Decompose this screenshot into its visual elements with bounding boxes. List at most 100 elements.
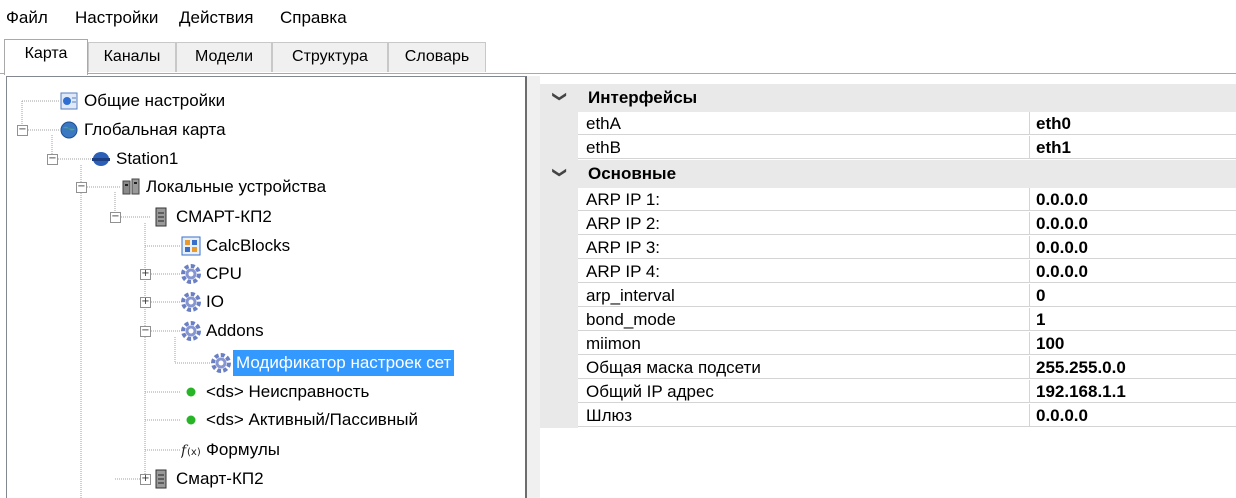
category-interfaces[interactable]: ❯ Интерфейсы bbox=[540, 84, 1236, 112]
tree-node-active-passive[interactable]: <ds> Активный/Пассивный bbox=[203, 407, 421, 433]
property-value[interactable]: 1 bbox=[1030, 308, 1236, 331]
tree-node-smart-kp2-2[interactable]: Смарт-КП2 bbox=[173, 466, 267, 492]
property-row[interactable]: ARP IP 3: 0.0.0.0 bbox=[540, 236, 1236, 260]
globe-icon bbox=[59, 120, 79, 140]
collapse-toggle[interactable]: − bbox=[110, 212, 121, 223]
property-value[interactable]: 0.0.0.0 bbox=[1030, 212, 1236, 235]
property-grid: ❯ Интерфейсы ethA eth0 ethB eth1 ❯ Основ… bbox=[540, 84, 1236, 498]
tree-node-global-map[interactable]: Глобальная карта bbox=[81, 117, 229, 143]
property-value[interactable]: 0.0.0.0 bbox=[1030, 236, 1236, 259]
tree-node-station1[interactable]: Station1 bbox=[113, 146, 181, 172]
collapse-toggle[interactable]: − bbox=[47, 154, 58, 165]
green-dot-icon bbox=[181, 382, 201, 402]
property-row[interactable]: ARP IP 4: 0.0.0.0 bbox=[540, 260, 1236, 284]
expand-toggle[interactable]: + bbox=[140, 474, 151, 485]
menu-actions[interactable]: Действия bbox=[179, 8, 253, 28]
tree-node-smart-kp2[interactable]: СМАРТ-КП2 bbox=[173, 204, 275, 230]
property-value[interactable]: eth1 bbox=[1030, 136, 1236, 159]
property-value[interactable]: 192.168.1.1 bbox=[1030, 380, 1236, 403]
row-gutter bbox=[540, 308, 578, 332]
green-dot-icon bbox=[181, 410, 201, 430]
row-gutter bbox=[540, 404, 578, 428]
property-row[interactable]: ethB eth1 bbox=[540, 136, 1236, 160]
tree-node-general-settings[interactable]: Общие настройки bbox=[81, 88, 228, 114]
property-value[interactable]: 100 bbox=[1030, 332, 1236, 355]
row-gutter bbox=[540, 260, 578, 284]
gear-icon bbox=[181, 292, 201, 312]
tab-models[interactable]: Модели bbox=[176, 42, 272, 72]
property-name: ethA bbox=[578, 112, 1030, 135]
tab-divider bbox=[0, 73, 1236, 74]
property-name: ARP IP 2: bbox=[578, 212, 1030, 235]
tree-node-calcblocks[interactable]: CalcBlocks bbox=[203, 233, 293, 259]
property-name: ARP IP 1: bbox=[578, 188, 1030, 211]
property-name: Шлюз bbox=[578, 404, 1030, 427]
tree-node-fault[interactable]: <ds> Неисправность bbox=[203, 379, 372, 405]
row-gutter bbox=[540, 380, 578, 404]
gear-icon bbox=[181, 321, 201, 341]
property-row[interactable]: arp_interval 0 bbox=[540, 284, 1236, 308]
menu-file[interactable]: Файл bbox=[6, 8, 48, 28]
settings-doc-icon bbox=[59, 91, 79, 111]
property-value[interactable]: 0.0.0.0 bbox=[1030, 188, 1236, 211]
property-name: ethB bbox=[578, 136, 1030, 159]
tree-node-io[interactable]: IO bbox=[203, 289, 227, 315]
tab-map[interactable]: Карта bbox=[4, 39, 88, 75]
chevron-down-icon[interactable]: ❯ bbox=[551, 91, 568, 103]
tab-structure[interactable]: Структура bbox=[272, 42, 388, 72]
property-row[interactable]: miimon 100 bbox=[540, 332, 1236, 356]
tree-node-network-modifier[interactable]: Модификатор настроек сет bbox=[233, 350, 455, 376]
collapse-toggle[interactable]: − bbox=[140, 326, 151, 337]
property-value[interactable]: eth0 bbox=[1030, 112, 1236, 135]
station-icon bbox=[91, 149, 111, 169]
svg-text:(x): (x) bbox=[187, 447, 201, 458]
category-basic[interactable]: ❯ Основные bbox=[540, 160, 1236, 188]
property-value[interactable]: 255.255.0.0 bbox=[1030, 356, 1236, 379]
expand-toggle[interactable]: + bbox=[140, 297, 151, 308]
property-value[interactable]: 0.0.0.0 bbox=[1030, 404, 1236, 427]
property-name: Общая маска подсети bbox=[578, 356, 1030, 379]
row-gutter bbox=[540, 212, 578, 236]
property-row[interactable]: bond_mode 1 bbox=[540, 308, 1236, 332]
property-name: arp_interval bbox=[578, 284, 1030, 307]
property-row[interactable]: ARP IP 2: 0.0.0.0 bbox=[540, 212, 1236, 236]
menu-bar: Файл Настройки Действия Справка bbox=[0, 0, 1236, 36]
row-gutter bbox=[540, 332, 578, 356]
tree-node-cpu[interactable]: CPU bbox=[203, 261, 245, 287]
property-name: miimon bbox=[578, 332, 1030, 355]
property-value[interactable]: 0.0.0.0 bbox=[1030, 260, 1236, 283]
formula-icon: f (x) bbox=[180, 440, 201, 460]
gear-icon bbox=[181, 264, 201, 284]
property-row[interactable]: Общий IP адрес 192.168.1.1 bbox=[540, 380, 1236, 404]
row-gutter bbox=[540, 136, 578, 160]
property-row[interactable]: ethA eth0 bbox=[540, 112, 1236, 136]
collapse-toggle[interactable]: − bbox=[76, 182, 87, 193]
property-name: bond_mode bbox=[578, 308, 1030, 331]
category-title: Интерфейсы bbox=[588, 88, 698, 107]
server-icon bbox=[151, 207, 171, 227]
menu-settings[interactable]: Настройки bbox=[75, 8, 158, 28]
tree-node-local-devices[interactable]: Локальные устройства bbox=[143, 174, 329, 200]
property-row[interactable]: ARP IP 1: 0.0.0.0 bbox=[540, 188, 1236, 212]
calc-blocks-icon bbox=[181, 236, 201, 256]
menu-help[interactable]: Справка bbox=[280, 8, 347, 28]
chevron-down-icon[interactable]: ❯ bbox=[551, 167, 568, 179]
panel-splitter[interactable] bbox=[527, 76, 540, 498]
collapse-toggle[interactable]: − bbox=[17, 125, 28, 136]
device-tree[interactable]: − − − − + + − + Общие настройки Глобальн… bbox=[6, 76, 527, 498]
tab-channels[interactable]: Каналы bbox=[88, 42, 176, 72]
property-row[interactable]: Общая маска подсети 255.255.0.0 bbox=[540, 356, 1236, 380]
tree-node-addons[interactable]: Addons bbox=[203, 318, 267, 344]
tab-dictionary[interactable]: Словарь bbox=[388, 42, 486, 72]
row-gutter bbox=[540, 356, 578, 380]
tree-node-formulas[interactable]: Формулы bbox=[203, 437, 283, 463]
category-title: Основные bbox=[588, 164, 677, 183]
property-value[interactable]: 0 bbox=[1030, 284, 1236, 307]
row-gutter bbox=[540, 188, 578, 212]
devices-icon bbox=[121, 177, 141, 197]
tab-strip: Карта Каналы Модели Структура Словарь bbox=[0, 36, 1236, 75]
expand-toggle[interactable]: + bbox=[140, 269, 151, 280]
row-gutter bbox=[540, 284, 578, 308]
property-row[interactable]: Шлюз 0.0.0.0 bbox=[540, 404, 1236, 428]
row-gutter bbox=[540, 112, 578, 136]
